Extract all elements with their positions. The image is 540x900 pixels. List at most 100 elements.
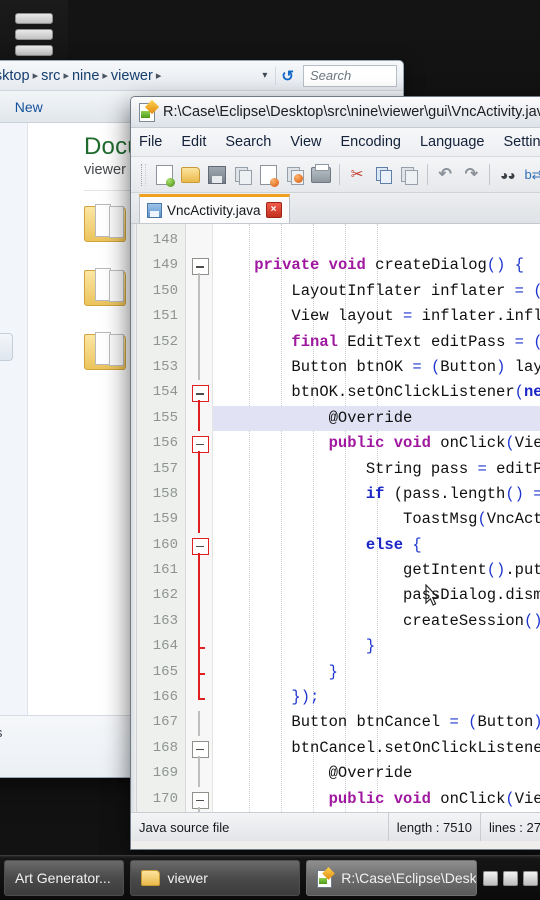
code-token: else [365,535,404,554]
menu-item-settings[interactable]: Settings [503,134,540,150]
line-number: 151 [152,308,178,325]
code-line[interactable] [213,228,540,253]
code-line[interactable]: Button btnCancel = (Button) [213,710,540,735]
code-line[interactable]: createSession() [213,609,540,634]
code-token: () [486,561,506,580]
line-number: 170 [152,790,178,807]
cut-icon[interactable]: ✂ [345,162,368,187]
tray-icon-1[interactable] [483,870,499,886]
code-line[interactable]: btnCancel.setOnClickListene [213,736,540,761]
code-line[interactable]: if (pass.length() = [213,482,540,507]
code-token: editP [496,459,540,478]
system-tray[interactable] [483,870,540,886]
code-line[interactable]: final EditText editPass = ( [213,330,540,355]
search-input[interactable]: Search [303,64,397,87]
menu-item-language[interactable]: Language [420,134,485,150]
code-line[interactable]: @Override [213,761,540,786]
fold-toggle-icon[interactable] [191,436,209,454]
code-line[interactable]: } [213,634,540,659]
code-line[interactable]: } [213,660,540,685]
fold-toggle-icon[interactable] [191,791,209,809]
nav-pane-item[interactable] [0,333,13,361]
breadcrumb-item-1[interactable]: Desktop [0,68,30,84]
menu-item-file[interactable]: File [139,134,162,150]
code-line[interactable]: @Override [213,405,540,432]
fold-margin[interactable] [186,224,213,812]
code-line[interactable]: public void onClick(Vie [213,431,540,456]
copy-icon[interactable] [372,162,395,187]
open-file-icon[interactable] [179,162,202,187]
close-all-files-icon[interactable] [283,162,306,187]
taskbar-item-art-generator[interactable]: Art Generator... [4,860,124,896]
find-icon[interactable]: ◕◕ [496,162,519,187]
menu-bar[interactable]: File Edit Search View Encoding Language … [131,128,540,157]
code-editor[interactable]: 148 149 150 151 152 153 154 155 156 157 158 159 160 1… [131,224,540,812]
new-folder-button[interactable]: New [15,99,43,115]
undo-icon[interactable]: ↶ [434,162,457,187]
code-line[interactable]: String pass = editP [213,457,540,482]
code-token: onClick [430,434,506,453]
fold-toggle-icon[interactable] [191,385,209,403]
code-line[interactable]: ToastMsg(VncAct [213,507,540,532]
menu-item-edit[interactable]: Edit [181,134,206,150]
taskbar-item-viewer[interactable]: viewer [129,860,301,896]
fold-toggle-icon[interactable] [191,741,209,758]
menu-item-search[interactable]: Search [225,134,271,150]
replace-icon[interactable]: b⇄ [522,162,540,187]
fold-line [198,583,200,609]
tab-bar[interactable]: VncActivity.java × [131,193,540,224]
menu-item-view[interactable]: View [290,134,321,150]
new-file-icon[interactable] [153,162,176,187]
code-line[interactable]: passDialog.dism [213,583,540,608]
tray-icon-3[interactable] [523,870,539,886]
code-line[interactable]: public void onClick(Vie [213,787,540,812]
taskbar[interactable]: Art Generator... viewer R:\Case\Eclipse\… [0,855,540,900]
menu-item-encoding[interactable]: Encoding [341,134,401,150]
code-line[interactable]: btnOK.setOnClickListener(ne [213,380,540,405]
code-line[interactable]: View layout = inflater.infl [213,304,540,329]
title-bar[interactable]: R:\Case\Eclipse\Desktop\src\nine\viewer\… [131,97,540,128]
fold-toggle-icon[interactable] [191,258,209,276]
taskbar-item-notepad-plus-plus[interactable]: R:\Case\Eclipse\Desk... [306,860,478,896]
tab-vncactivity-java[interactable]: VncActivity.java × [139,194,290,223]
code-area[interactable]: private void createDialog() { LayoutInfl… [213,224,540,812]
address-dropdown-icon[interactable]: ▾ [258,70,271,81]
fold-line [198,278,200,305]
search-placeholder: Search [310,68,352,83]
breadcrumb-item-3[interactable]: nine [72,68,99,84]
code-token: View layout [217,307,404,326]
tray-icon-2[interactable] [503,870,519,886]
code-line[interactable]: Button btnOK = (Button) lay [213,355,540,380]
code-line[interactable]: getIntent().put [213,558,540,583]
code-token: btnCancel.setOnClickListene [217,738,540,757]
code-line[interactable]: private void createDialog() { [213,253,540,278]
code-token: = ( [514,281,540,300]
close-file-icon[interactable] [257,162,280,187]
breadcrumb[interactable]: lipse ▸ Desktop ▸ src ▸ nine ▸ viewer ▸ [0,68,254,84]
code-token: createDialog [365,256,487,275]
paste-icon[interactable] [398,162,421,187]
code-line[interactable]: else { [213,533,540,558]
toolbar[interactable]: ✂ ↶ ↷ ◕◕ b⇄ [131,157,540,193]
breadcrumb-item-4[interactable]: viewer [111,68,153,84]
folder-icon [84,268,128,306]
hamburger-icon[interactable] [0,0,68,68]
save-icon[interactable] [205,162,228,187]
fold-toggle-icon[interactable] [191,537,209,555]
save-all-icon[interactable] [231,162,254,187]
toolbar-grip[interactable] [141,163,146,186]
explorer-address-bar[interactable]: lipse ▸ Desktop ▸ src ▸ nine ▸ viewer ▸ … [0,61,403,91]
refresh-icon[interactable]: ↺ [275,66,299,85]
status-bar: Java source file length : 7510 lines : 2… [131,812,540,841]
folder-icon [140,870,160,886]
print-icon[interactable] [309,162,332,187]
explorer-nav-pane[interactable] [0,123,28,715]
code-line[interactable]: }); [213,685,540,710]
close-icon[interactable]: × [265,202,282,218]
code-line[interactable]: LayoutInflater inflater = ( [213,279,540,304]
redo-icon[interactable]: ↷ [460,162,483,187]
breadcrumb-item-2[interactable]: src [41,68,60,84]
